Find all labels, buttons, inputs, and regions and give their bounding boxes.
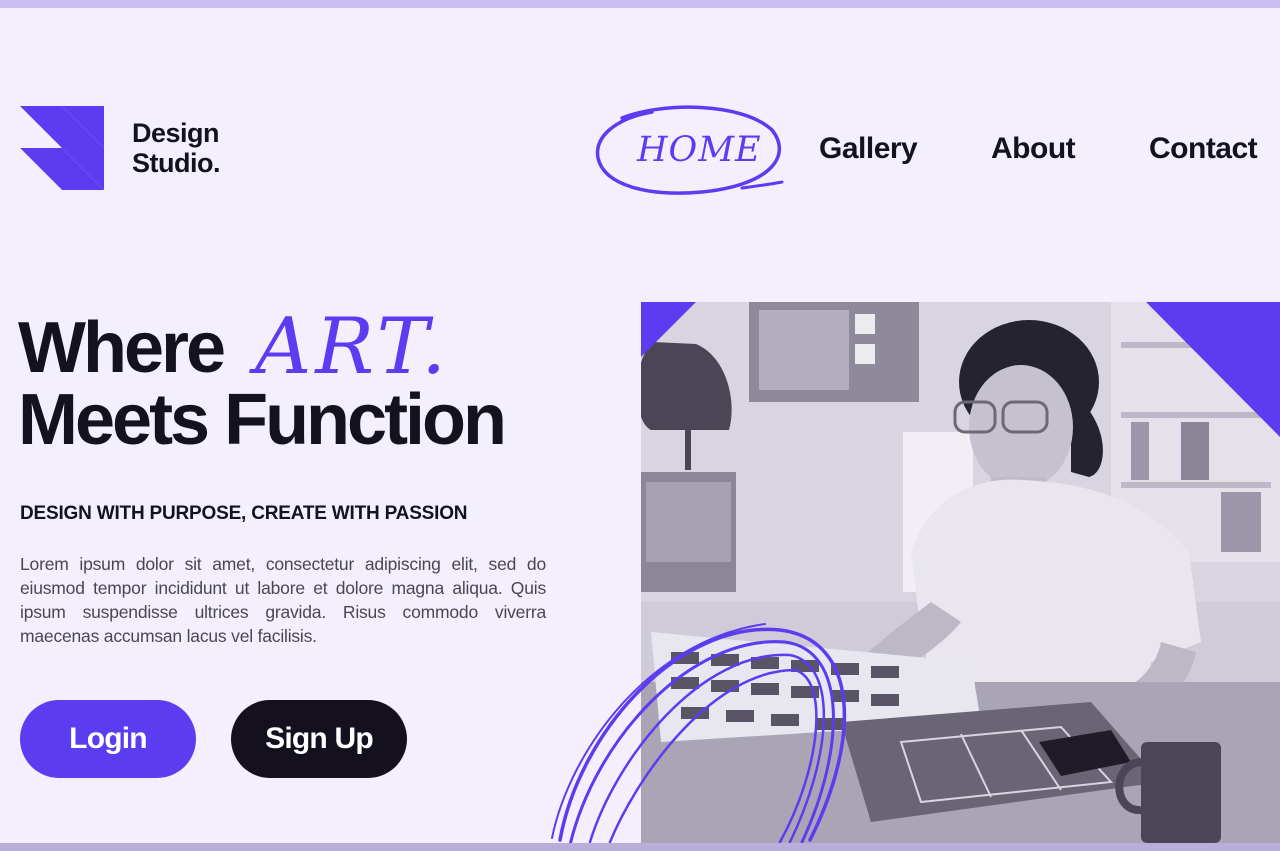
geometric-triangles-logo-icon (20, 106, 104, 190)
bottom-border-band (0, 843, 1280, 851)
login-button[interactable]: Login (20, 700, 196, 778)
brand-name-line2: Studio. (132, 148, 220, 178)
nav-item-home[interactable]: HOME (592, 100, 787, 198)
brand-logo[interactable]: Design Studio. (20, 106, 220, 190)
signup-button[interactable]: Sign Up (231, 700, 407, 778)
main-navigation: HOME Gallery About Contact (592, 100, 1280, 200)
scribble-decoration-icon (551, 623, 847, 847)
nav-item-gallery[interactable]: Gallery (819, 132, 918, 166)
brand-name: Design Studio. (132, 118, 220, 178)
hero-art-script: ART. (255, 302, 451, 392)
hero-title-line2: Meets Function (18, 380, 507, 460)
hero-tagline: DESIGN WITH PURPOSE, CREATE WITH PASSION (20, 503, 468, 524)
top-border-band (0, 0, 1280, 8)
nav-item-about[interactable]: About (991, 132, 1076, 166)
nav-item-contact[interactable]: Contact (1149, 132, 1258, 166)
nav-home-label: HOME (637, 130, 762, 170)
brand-name-line1: Design (132, 118, 220, 148)
hero-body-text: Lorem ipsum dolor sit amet, consectetur … (20, 554, 546, 646)
